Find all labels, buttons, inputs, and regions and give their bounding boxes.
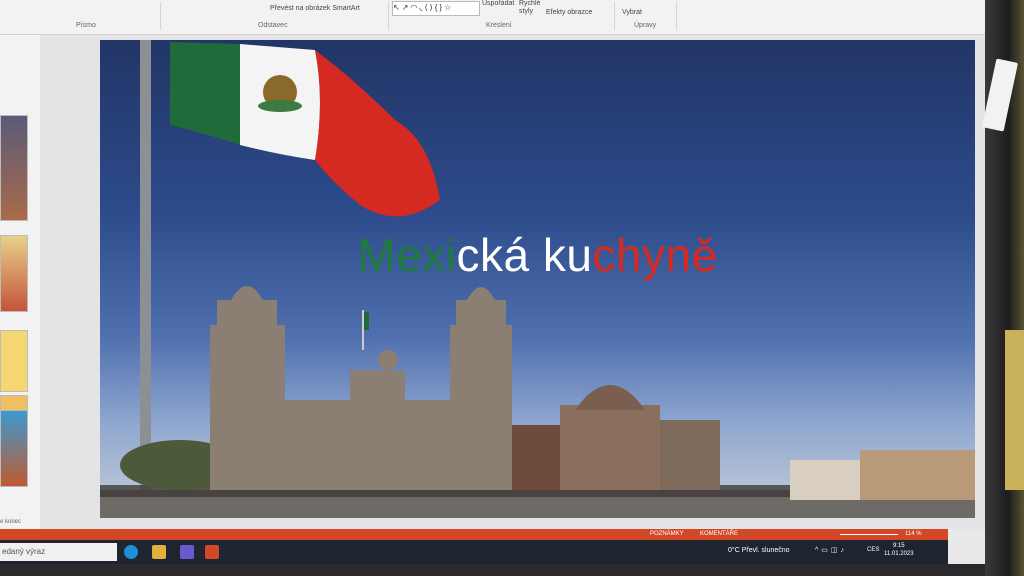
taskbar-search-input[interactable]: edaný výraz — [0, 543, 117, 561]
ribbon-separator — [388, 2, 389, 30]
shape-effects-button[interactable]: Efekty obrazce — [546, 9, 592, 16]
clock-time: 9:15 — [892, 543, 905, 549]
title-part-white-2: u — [566, 229, 593, 281]
weather-widget[interactable]: 0°C Převl. slunečno — [728, 547, 790, 554]
title-part-red: chyně — [592, 229, 718, 281]
ribbon-separator — [614, 2, 615, 30]
language-indicator[interactable]: CES — [867, 547, 879, 553]
notes-button[interactable]: POZNÁMKY — [650, 531, 684, 537]
slide-thumbnail[interactable] — [0, 330, 28, 392]
clock-date: 11.01.2023 — [884, 551, 914, 557]
title-part-green: Mexi — [357, 229, 457, 281]
teams-icon[interactable] — [180, 545, 194, 559]
shapes-gallery[interactable]: ↖↗◠◟⟨⟩{}☆ — [392, 1, 480, 16]
file-explorer-icon[interactable] — [152, 545, 166, 559]
comments-button[interactable]: KOMENTÁŘE — [700, 531, 738, 537]
sticker — [981, 58, 1019, 132]
arrange-button[interactable]: Uspořádat — [482, 0, 514, 7]
slide-thumbnail[interactable] — [0, 235, 28, 312]
ribbon-group-editing: Úpravy — [634, 22, 657, 29]
thumbnail-label: e konec — [0, 519, 22, 525]
monitor-bezel — [981, 0, 1024, 576]
title-part-white: cká k — [456, 229, 567, 281]
status-bar: POZNÁMKY KOMENTÁŘE 114 % — [0, 529, 948, 540]
ribbon-group-paragraph: Odstavec — [258, 22, 288, 29]
monitor-screen: Písmo Převést na obrázek SmartArt Odstav… — [0, 0, 1000, 564]
edge-icon[interactable] — [124, 545, 138, 559]
background-object — [1005, 330, 1024, 490]
select-button[interactable]: Vybrat — [622, 9, 642, 16]
quick-styles-button[interactable]: Rychlé styly — [519, 0, 541, 16]
ribbon-separator — [160, 2, 161, 30]
slide-thumbnail[interactable] — [0, 410, 28, 487]
mexican-flag-image — [170, 42, 440, 217]
slide-title[interactable]: Mexická kuchyně — [100, 228, 975, 282]
cathedral-image — [210, 286, 720, 490]
ribbon: Písmo Převést na obrázek SmartArt Odstav… — [0, 0, 1000, 35]
slide-thumbnails-pane[interactable]: e konec — [0, 35, 40, 529]
ribbon-separator — [676, 2, 677, 30]
taskbar: edaný výraz 0°C Převl. slunečno ^▭◫♪ CES… — [0, 540, 948, 564]
ribbon-group-font: Písmo — [76, 22, 96, 29]
powerpoint-icon[interactable] — [205, 545, 219, 559]
zoom-level[interactable]: 114 % — [905, 531, 922, 537]
slide-canvas[interactable]: Mexická kuchyně — [100, 40, 975, 518]
ribbon-group-drawing: Kreslení — [486, 22, 512, 29]
slide-thumbnail[interactable] — [0, 115, 28, 221]
system-tray-icons[interactable]: ^▭◫♪ — [815, 546, 847, 554]
taskbar-clock[interactable]: 9:15 11.01.2023 — [884, 542, 914, 558]
convert-smartart-button[interactable]: Převést na obrázek SmartArt — [270, 5, 360, 12]
zoom-slider[interactable] — [840, 534, 898, 535]
